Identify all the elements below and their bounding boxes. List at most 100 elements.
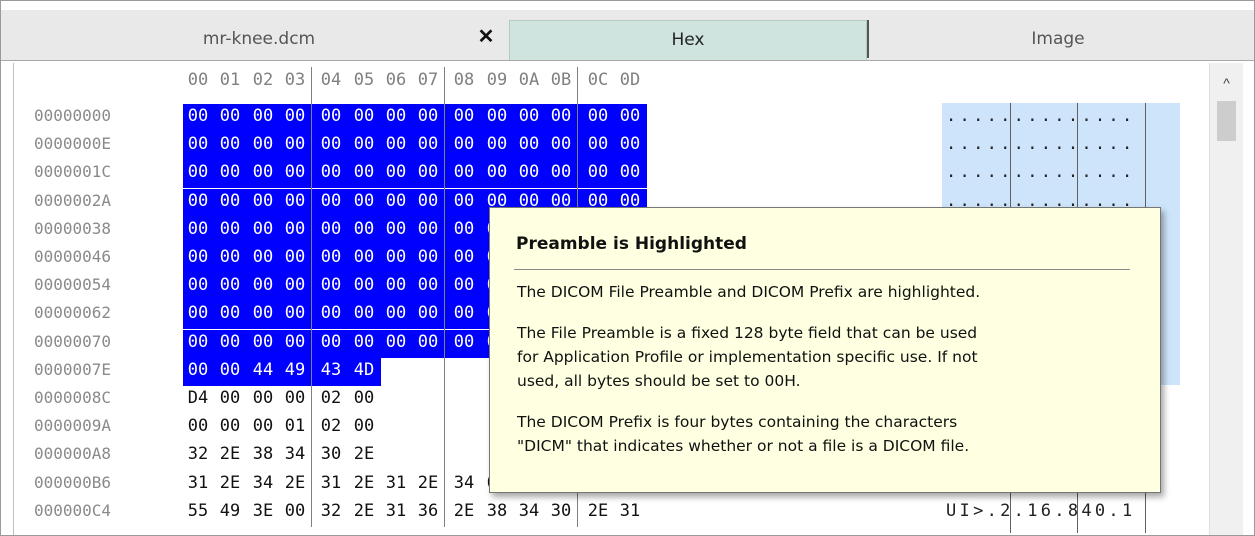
hex-byte[interactable]: 00 bbox=[415, 272, 441, 298]
hex-byte[interactable]: 00 bbox=[250, 329, 276, 355]
hex-byte[interactable]: 2E bbox=[282, 470, 308, 496]
hex-row[interactable]: 000000C4 55 49 3E 00 32 2E 31 36 2E 38 34 30 2E 31 UI>.… bbox=[14, 498, 1204, 524]
hex-byte[interactable]: 2E bbox=[351, 441, 377, 467]
hex-byte[interactable]: 00 bbox=[217, 300, 243, 326]
hex-row[interactable]: 00000000 00 00 00 00 00 00 00 00 00 00 00 00 00 00....… bbox=[14, 103, 1204, 129]
hex-byte[interactable]: 34 bbox=[451, 470, 477, 496]
hex-byte[interactable]: 31 bbox=[383, 498, 409, 524]
hex-byte[interactable]: 00 bbox=[451, 272, 477, 298]
hex-byte[interactable]: 00 bbox=[217, 272, 243, 298]
tab-hex[interactable]: Hex bbox=[509, 20, 867, 60]
hex-byte[interactable]: 00 bbox=[383, 272, 409, 298]
hex-byte[interactable]: 00 bbox=[351, 103, 377, 129]
hex-byte[interactable]: 00 bbox=[318, 329, 344, 355]
hex-byte[interactable]: 00 bbox=[185, 244, 211, 270]
vertical-scrollbar[interactable]: ^ bbox=[1209, 63, 1243, 535]
hex-byte[interactable]: 00 bbox=[516, 131, 542, 157]
hex-byte[interactable]: 00 bbox=[383, 329, 409, 355]
hex-byte[interactable]: 00 bbox=[548, 131, 574, 157]
hex-byte[interactable]: 00 bbox=[250, 244, 276, 270]
hex-byte[interactable]: 00 bbox=[185, 413, 211, 439]
hex-byte[interactable]: 49 bbox=[282, 357, 308, 383]
hex-byte[interactable]: 00 bbox=[185, 131, 211, 157]
hex-byte[interactable]: 44 bbox=[250, 357, 276, 383]
hex-byte[interactable]: 00 bbox=[217, 188, 243, 214]
hex-byte[interactable]: 34 bbox=[250, 470, 276, 496]
tab-file[interactable]: mr-knee.dcm bbox=[9, 20, 510, 58]
hex-byte[interactable]: 00 bbox=[282, 216, 308, 242]
hex-byte[interactable]: 34 bbox=[516, 498, 542, 524]
hex-byte[interactable]: 00 bbox=[318, 272, 344, 298]
hex-byte[interactable]: 00 bbox=[415, 188, 441, 214]
hex-byte[interactable]: 00 bbox=[451, 300, 477, 326]
hex-byte[interactable]: 00 bbox=[185, 159, 211, 185]
hex-byte[interactable]: 00 bbox=[250, 103, 276, 129]
hex-byte[interactable]: 2E bbox=[415, 470, 441, 496]
hex-byte[interactable]: 00 bbox=[415, 103, 441, 129]
hex-byte[interactable]: 00 bbox=[185, 300, 211, 326]
hex-byte[interactable]: 34 bbox=[282, 441, 308, 467]
hex-byte[interactable]: 00 bbox=[318, 103, 344, 129]
hex-byte[interactable]: 00 bbox=[185, 329, 211, 355]
hex-byte[interactable]: 00 bbox=[351, 272, 377, 298]
hex-byte[interactable]: 02 bbox=[318, 385, 344, 411]
hex-byte[interactable]: 00 bbox=[516, 103, 542, 129]
hex-byte[interactable]: 00 bbox=[250, 272, 276, 298]
hex-byte[interactable]: 00 bbox=[484, 131, 510, 157]
hex-byte[interactable]: 00 bbox=[585, 159, 611, 185]
hex-byte[interactable]: 00 bbox=[351, 413, 377, 439]
hex-byte[interactable]: 00 bbox=[351, 188, 377, 214]
hex-byte[interactable]: 00 bbox=[318, 131, 344, 157]
hex-byte[interactable]: 00 bbox=[282, 244, 308, 270]
hex-byte[interactable]: 00 bbox=[282, 498, 308, 524]
hex-byte[interactable]: D4 bbox=[185, 385, 211, 411]
hex-byte[interactable]: 2E bbox=[451, 498, 477, 524]
hex-byte[interactable]: 00 bbox=[351, 385, 377, 411]
hex-byte[interactable]: 00 bbox=[217, 385, 243, 411]
hex-byte[interactable]: 00 bbox=[217, 244, 243, 270]
hex-byte[interactable]: 00 bbox=[185, 357, 211, 383]
hex-byte[interactable]: 00 bbox=[585, 103, 611, 129]
hex-byte[interactable]: 00 bbox=[351, 244, 377, 270]
hex-byte[interactable]: 00 bbox=[250, 216, 276, 242]
hex-byte[interactable]: 2E bbox=[217, 441, 243, 467]
hex-byte[interactable]: 00 bbox=[451, 159, 477, 185]
hex-row[interactable]: 0000000E 00 00 00 00 00 00 00 00 00 00 00 00 00 00....… bbox=[14, 131, 1204, 157]
hex-byte[interactable]: 00 bbox=[282, 103, 308, 129]
hex-byte[interactable]: 00 bbox=[185, 216, 211, 242]
hex-byte[interactable]: 00 bbox=[351, 300, 377, 326]
hex-byte[interactable]: 00 bbox=[282, 385, 308, 411]
hex-byte[interactable]: 2E bbox=[351, 470, 377, 496]
hex-byte[interactable]: 00 bbox=[217, 131, 243, 157]
hex-byte[interactable]: 00 bbox=[217, 357, 243, 383]
tab-image[interactable]: Image bbox=[867, 20, 1247, 58]
hex-byte[interactable]: 00 bbox=[383, 216, 409, 242]
hex-byte[interactable]: 00 bbox=[383, 103, 409, 129]
hex-byte[interactable]: 00 bbox=[250, 188, 276, 214]
hex-byte[interactable]: 00 bbox=[217, 103, 243, 129]
hex-byte[interactable]: 00 bbox=[415, 131, 441, 157]
hex-byte[interactable]: 32 bbox=[318, 498, 344, 524]
hex-byte[interactable]: 00 bbox=[250, 159, 276, 185]
hex-byte[interactable]: 38 bbox=[250, 441, 276, 467]
hex-byte[interactable]: 30 bbox=[548, 498, 574, 524]
hex-byte[interactable]: 01 bbox=[282, 413, 308, 439]
hex-byte[interactable]: 31 bbox=[185, 470, 211, 496]
hex-byte[interactable]: 00 bbox=[282, 188, 308, 214]
hex-byte[interactable]: 4D bbox=[351, 357, 377, 383]
hex-byte[interactable]: 30 bbox=[318, 441, 344, 467]
hex-byte[interactable]: 00 bbox=[318, 244, 344, 270]
hex-byte[interactable]: 00 bbox=[415, 244, 441, 270]
hex-byte[interactable]: 00 bbox=[451, 244, 477, 270]
hex-byte[interactable]: 00 bbox=[484, 159, 510, 185]
hex-byte[interactable]: 00 bbox=[617, 131, 643, 157]
hex-byte[interactable]: 43 bbox=[318, 357, 344, 383]
hex-byte[interactable]: 00 bbox=[415, 329, 441, 355]
hex-byte[interactable]: 00 bbox=[185, 188, 211, 214]
hex-byte[interactable]: 00 bbox=[217, 216, 243, 242]
hex-byte[interactable]: 32 bbox=[185, 441, 211, 467]
hex-byte[interactable]: 00 bbox=[282, 159, 308, 185]
hex-byte[interactable]: 00 bbox=[383, 131, 409, 157]
hex-byte[interactable]: 00 bbox=[383, 159, 409, 185]
hex-byte[interactable]: 2E bbox=[217, 470, 243, 496]
